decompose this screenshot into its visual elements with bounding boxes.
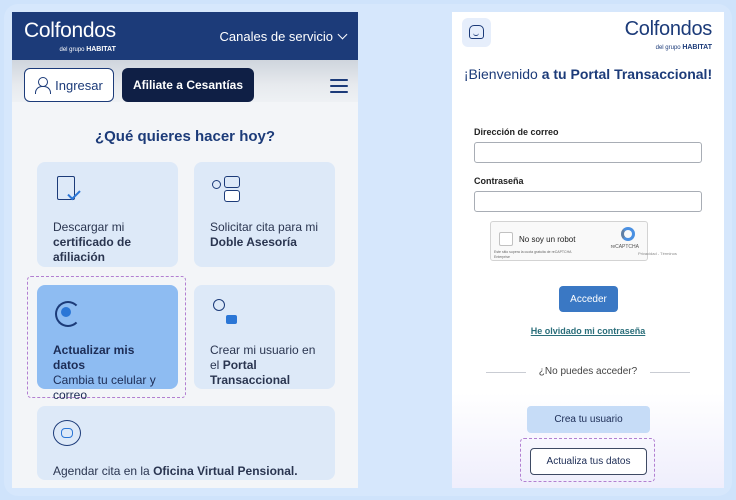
home-icon: [469, 25, 484, 39]
password-label: Contraseña: [474, 176, 524, 186]
welcome-title: ¡Bienvenido a tu Portal Transaccional!: [452, 66, 724, 83]
recaptcha-privacy-links[interactable]: Privacidad - Términos: [638, 251, 677, 256]
home-button[interactable]: [462, 18, 491, 47]
card-text: Crear mi usuario en el Portal Transaccio…: [210, 343, 316, 387]
login-button-label: Ingresar: [55, 77, 103, 93]
chevron-down-icon: [337, 29, 348, 40]
password-field[interactable]: [474, 191, 702, 212]
recaptcha-fineprint: Este sitio supera la cuota gratuita de r…: [494, 250, 572, 259]
card-update-my-data[interactable]: Actualizar mis datos Cambia tu celular y …: [37, 285, 178, 402]
recaptcha-widget: No soy un robot reCAPTCHA Este sitio sup…: [490, 221, 648, 261]
top-header: Colfondos del grupo HABITAT Canales de s…: [12, 12, 358, 60]
appointment-people-icon: [210, 176, 240, 206]
card-create-user[interactable]: Crear mi usuario en el Portal Transaccio…: [194, 285, 335, 389]
cant-access-divider: ¿No puedes acceder?: [486, 366, 690, 378]
action-bar: Ingresar Afiliate a Cesantías: [12, 60, 358, 102]
colfondos-logo[interactable]: Colfondos del grupo HABITAT: [624, 18, 713, 51]
group-chat-icon: [53, 420, 83, 450]
card-download-certificate[interactable]: Descargar mi certificado de afiliación: [37, 162, 178, 267]
email-label: Dirección de correo: [474, 127, 559, 137]
recaptcha-logo-icon: [621, 227, 635, 241]
card-text: Solicitar cita para mi Doble Asesoría: [210, 220, 319, 249]
card-text: Agendar cita en la Oficina Virtual Pensi…: [53, 464, 298, 478]
card-virtual-office-appointment[interactable]: Agendar cita en la Oficina Virtual Pensi…: [37, 406, 335, 480]
card-text: Descargar mi certificado de afiliación: [53, 220, 132, 264]
user-icon: [35, 77, 52, 94]
login-button[interactable]: Ingresar: [24, 68, 114, 102]
create-user-button[interactable]: Crea tu usuario: [527, 406, 650, 433]
card-text: Actualizar mis datos Cambia tu celular y …: [53, 343, 156, 402]
colfondos-logo[interactable]: Colfondos del grupo HABITAT: [24, 19, 116, 54]
logo-tagline-prefix: del grupo: [59, 47, 85, 53]
logo-tagline-prefix: del grupo: [655, 45, 681, 51]
recaptcha-label: No soy un robot: [519, 235, 576, 244]
update-data-button[interactable]: Actualiza tus datos: [530, 448, 647, 475]
welcome-prefix: ¡Bienvenido: [463, 66, 538, 82]
logo-tagline: del grupo HABITAT: [656, 44, 712, 51]
hamburger-menu-icon[interactable]: [330, 79, 348, 93]
forgot-password-link[interactable]: He olvidado mi contraseña: [452, 326, 724, 336]
sync-update-icon: [53, 299, 83, 329]
logo-tagline: del grupo HABITAT: [59, 46, 115, 53]
logo-tagline-brand: HABITAT: [86, 46, 116, 53]
recaptcha-brand: reCAPTCHA: [610, 244, 639, 250]
home-screen: Colfondos del grupo HABITAT Canales de s…: [12, 12, 358, 488]
document-check-icon: [53, 176, 83, 206]
join-cesantias-button[interactable]: Afiliate a Cesantías: [122, 68, 254, 102]
service-channels-menu[interactable]: Canales de servicio: [219, 29, 348, 44]
page-question: ¿Qué quieres hacer hoy?: [94, 128, 276, 145]
welcome-portal: a tu Portal Transaccional!: [541, 66, 713, 82]
recaptcha-checkbox[interactable]: [499, 232, 513, 246]
email-field[interactable]: [474, 142, 702, 163]
login-screen: Colfondos del grupo HABITAT ¡Bienvenido …: [452, 12, 724, 488]
card-double-advice-appointment[interactable]: Solicitar cita para mi Doble Asesoría: [194, 162, 335, 267]
logo-text: Colfondos: [24, 19, 116, 42]
logo-text: Colfondos: [624, 18, 713, 40]
submit-login-button[interactable]: Acceder: [559, 286, 618, 312]
service-channels-label: Canales de servicio: [219, 29, 333, 44]
user-lock-icon: [210, 299, 240, 329]
logo-tagline-brand: HABITAT: [682, 44, 712, 51]
